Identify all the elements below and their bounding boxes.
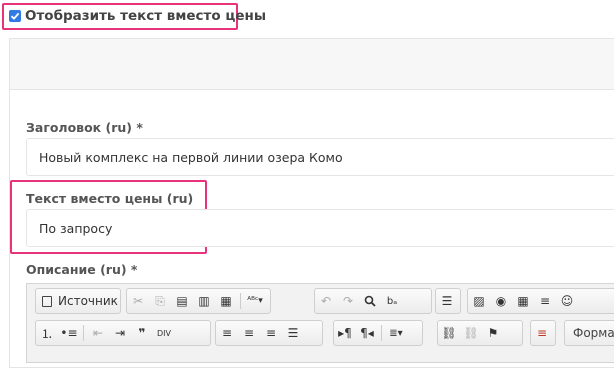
price-text-input[interactable]: По запросу [26,209,614,247]
paste-icon[interactable]: ▤ [171,290,193,312]
check-icon [10,12,20,20]
separator [240,293,241,309]
toolbar-group-select-all: ☰ [435,288,461,314]
table-icon[interactable]: ▦ [512,290,534,312]
toolbar-group-links: ⛓ ⛓ ⚑ [437,320,523,346]
undo-icon[interactable]: ↶ [315,290,337,312]
copy-icon[interactable]: ⎘ [149,290,171,312]
cut-icon[interactable]: ✂ [127,290,149,312]
div-container-icon[interactable]: DIV [153,322,175,344]
image-icon[interactable]: ▨ [468,290,490,312]
toolbar-group-clipboard: ✂ ⎘ ▤ ▥ ▦ ᴬᴮᶜ▾ [126,288,271,314]
language-icon[interactable]: ≣▾ [385,322,407,344]
format-dropdown: Формат [564,320,614,346]
separator [381,325,382,341]
ltr-icon[interactable]: ▸¶ [334,322,356,344]
paste-word-icon[interactable]: ▦ [215,290,237,312]
spellcheck-icon[interactable]: ᴬᴮᶜ▾ [244,290,266,312]
toolbar-group-align: ≡ ≡ ≡ ☰ [215,320,323,346]
toolbar-group-styles: ≡ [530,320,556,346]
outdent-icon[interactable]: ⇤ [87,322,109,344]
link-icon[interactable]: ⛓ [438,322,460,344]
toolbar-group-undo-find: ↶ ↷ bₐ [314,288,432,314]
checkbox[interactable] [9,10,21,22]
horizontal-rule-icon[interactable]: ≡ [534,290,556,312]
search-icon[interactable] [359,290,381,312]
price-text-label: Текст вместо цены (ru) [26,191,194,206]
unlink-icon[interactable]: ⛓ [460,322,482,344]
paste-text-icon[interactable]: ▥ [193,290,215,312]
description-label: Описание (ru) * [26,262,138,277]
toolbar-group-insert: ▨ ◉ ▦ ≡ ☺ [467,288,614,314]
align-center-icon[interactable]: ≡ [238,322,260,344]
replace-icon[interactable]: bₐ [381,290,403,312]
blockquote-icon[interactable]: ❞ [131,322,153,344]
source-button[interactable]: Источник [36,290,124,312]
flash-icon[interactable]: ◉ [490,290,512,312]
toolbar-group-lists: ⒈ •≡ ⇤ ⇥ ❞ DIV [35,320,211,346]
toolbar-group-source: Источник [35,288,121,314]
checkbox-label: Отобразить текст вместо цены [25,8,267,24]
numbered-list-icon[interactable]: ⒈ [36,322,58,344]
select-all-icon[interactable]: ☰ [436,290,458,312]
format-dropdown-label[interactable]: Формат [565,326,614,340]
indent-icon[interactable]: ⇥ [109,322,131,344]
toolbar-group-direction: ▸¶ ¶◂ ≣▾ [333,320,423,346]
smiley-icon[interactable]: ☺ [556,290,578,312]
title-label: Заголовок (ru) * [26,120,143,135]
source-icon [42,295,52,307]
redo-icon[interactable]: ↷ [337,290,359,312]
rich-text-editor-toolbar: Источник ✂ ⎘ ▤ ▥ ▦ ᴬᴮᶜ▾ ↶ ↷ bₐ ☰ ▨ ◉ ▦ ≡… [26,283,614,363]
align-right-icon[interactable]: ≡ [260,322,282,344]
align-left-icon[interactable]: ≡ [216,322,238,344]
anchor-flag-icon[interactable]: ⚑ [482,322,504,344]
remove-format-icon[interactable]: ≡ [531,322,553,344]
panel-header [9,38,614,90]
justify-icon[interactable]: ☰ [282,322,304,344]
rtl-icon[interactable]: ¶◂ [356,322,378,344]
title-input[interactable]: Новый комплекс на первой линии озера Ком… [26,138,614,176]
separator [83,325,84,341]
show-text-instead-of-price-checkbox-row[interactable]: Отобразить текст вместо цены [9,8,266,24]
bulleted-list-icon[interactable]: •≡ [58,322,80,344]
source-button-label: Источник [58,294,118,308]
